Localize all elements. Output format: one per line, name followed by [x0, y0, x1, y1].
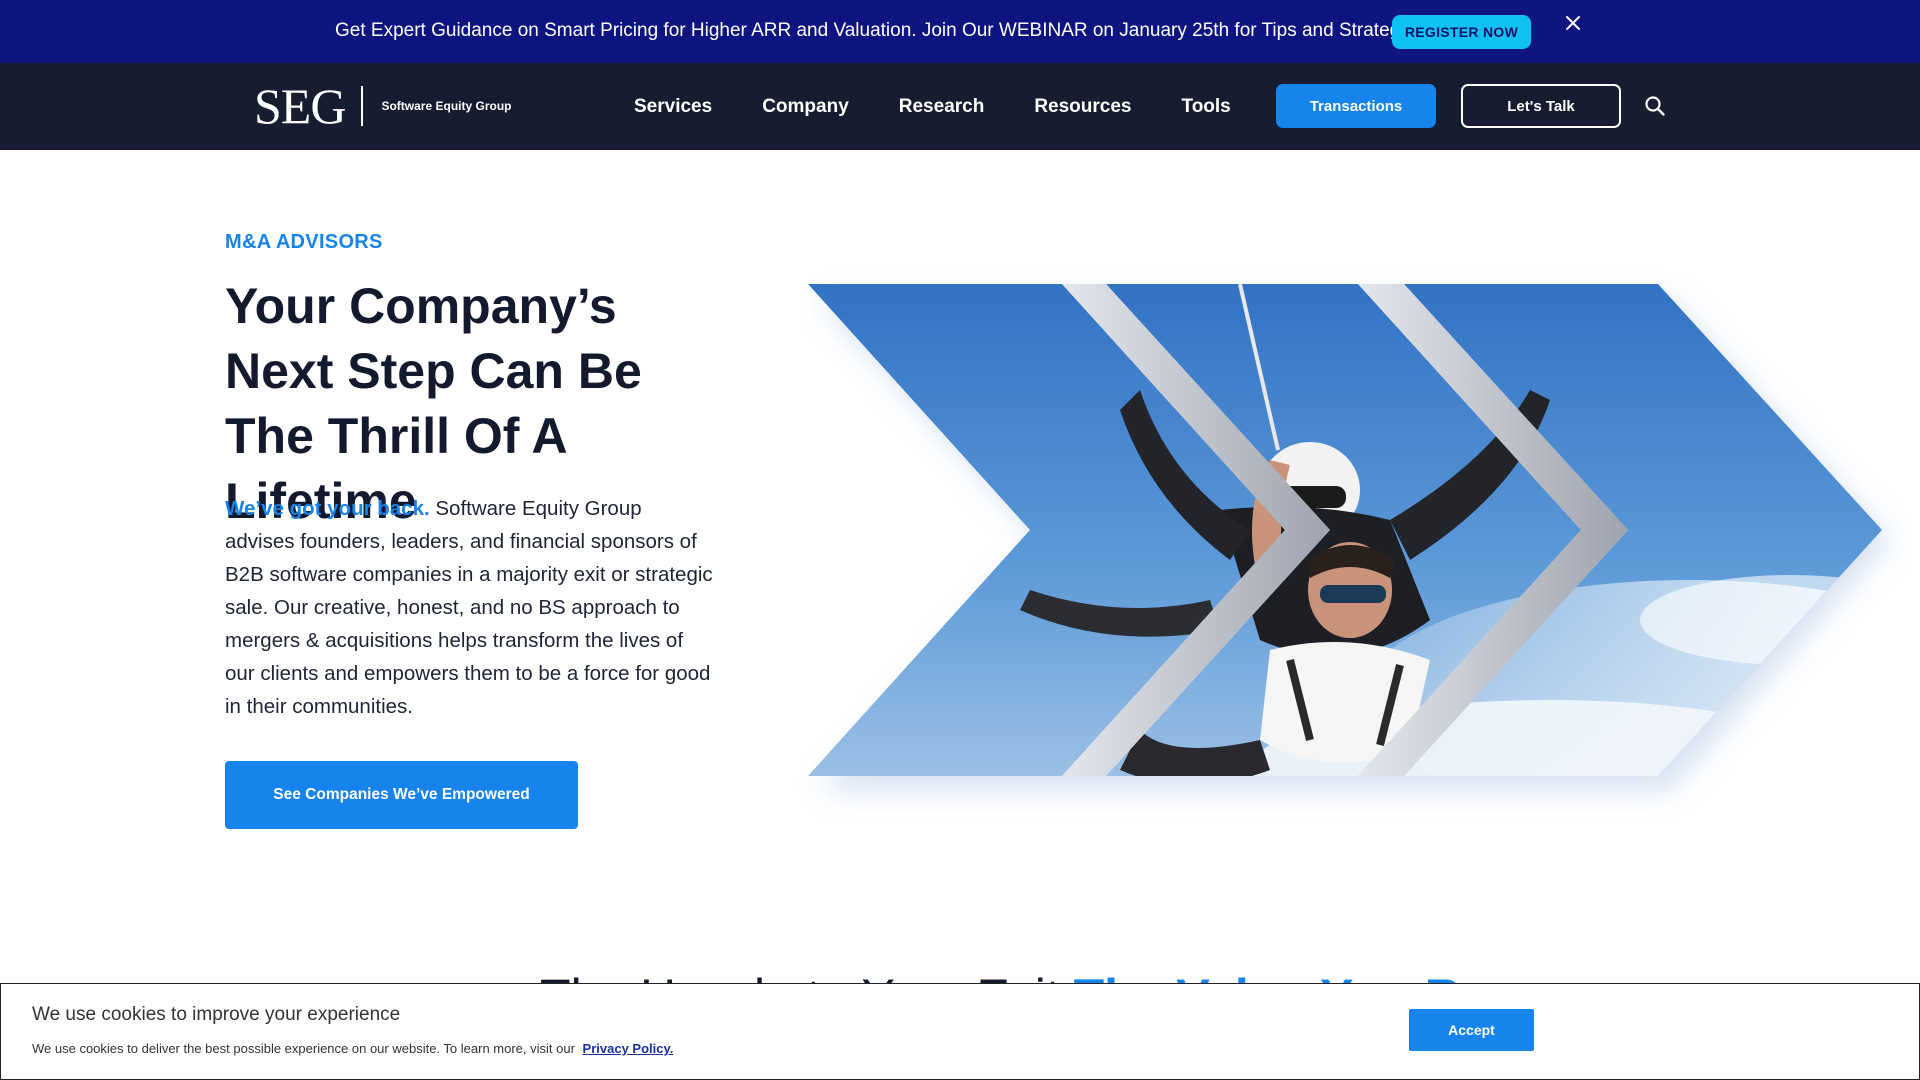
see-companies-button[interactable]: See Companies We’ve Empowered	[225, 761, 578, 829]
cookie-text: We use cookies to deliver the best possi…	[32, 1041, 673, 1056]
nav-link-company[interactable]: Company	[762, 96, 849, 118]
register-now-button[interactable]: REGISTER NOW	[1392, 15, 1531, 49]
privacy-policy-link[interactable]: Privacy Policy.	[583, 1041, 674, 1056]
nav-link-resources[interactable]: Resources	[1034, 96, 1131, 118]
nav-link-services[interactable]: Services	[634, 96, 712, 118]
cookie-banner: We use cookies to improve your experienc…	[0, 983, 1920, 1080]
lets-talk-button[interactable]: Let's Talk	[1461, 84, 1621, 128]
logo-subtitle: Software Equity Group	[381, 99, 512, 113]
hero-body: We’ve got your back. Software Equity Gro…	[225, 492, 715, 723]
close-icon[interactable]	[1562, 12, 1584, 34]
main-nav: SEG Software Equity Group Services Compa…	[0, 63, 1920, 150]
hero-lead: We’ve got your back.	[225, 497, 430, 520]
search-icon[interactable]	[1644, 95, 1666, 117]
transactions-button[interactable]: Transactions	[1276, 84, 1436, 128]
hero-skydiving-image	[808, 284, 1890, 790]
logo-mark: SEG	[254, 78, 346, 134]
logo-divider	[361, 86, 364, 126]
nav-link-tools[interactable]: Tools	[1182, 96, 1231, 118]
nav-links: Services Company Research Resources Tool…	[634, 63, 1281, 150]
accept-cookies-button[interactable]: Accept	[1409, 1009, 1534, 1051]
nav-link-research[interactable]: Research	[899, 96, 985, 118]
announcement-text: Get Expert Guidance on Smart Pricing for…	[335, 20, 1425, 41]
page: Get Expert Guidance on Smart Pricing for…	[0, 0, 1920, 1080]
hero-body-text: Software Equity Group advises founders, …	[225, 497, 713, 718]
announcement-bar: Get Expert Guidance on Smart Pricing for…	[0, 0, 1920, 63]
hero-eyebrow: M&A ADVISORS	[225, 231, 383, 253]
logo[interactable]: SEG Software Equity Group	[254, 81, 511, 131]
cookie-text-body: We use cookies to deliver the best possi…	[32, 1041, 575, 1056]
cookie-title: We use cookies to improve your experienc…	[32, 1004, 401, 1025]
